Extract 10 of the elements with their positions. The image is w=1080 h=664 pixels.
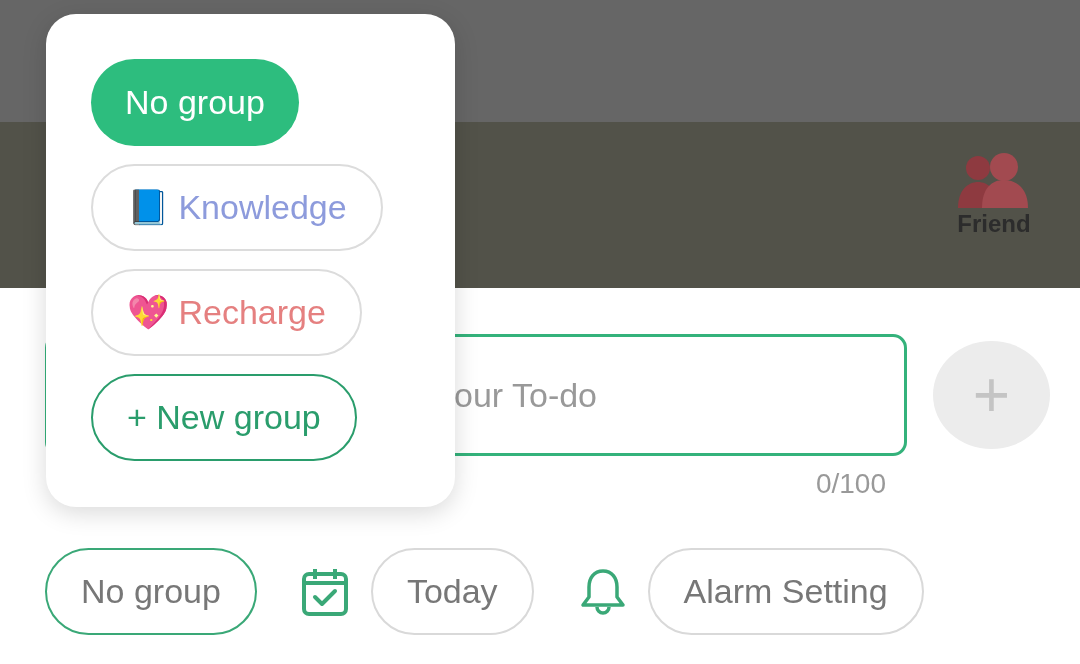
group-option[interactable]: No group	[91, 59, 299, 146]
group-selector[interactable]: No group	[45, 548, 257, 635]
alarm-setting-button[interactable]: Alarm Setting	[647, 548, 924, 635]
group-option[interactable]: 💖 Recharge	[91, 269, 362, 356]
new-group-button[interactable]: + New group	[91, 374, 357, 461]
group-option[interactable]: 📘 Knowledge	[91, 164, 383, 251]
character-counter: 0/100	[815, 468, 886, 499]
date-selector[interactable]: Today	[370, 548, 534, 635]
bell-icon[interactable]	[579, 566, 626, 617]
calendar-check-icon[interactable]	[300, 566, 349, 617]
